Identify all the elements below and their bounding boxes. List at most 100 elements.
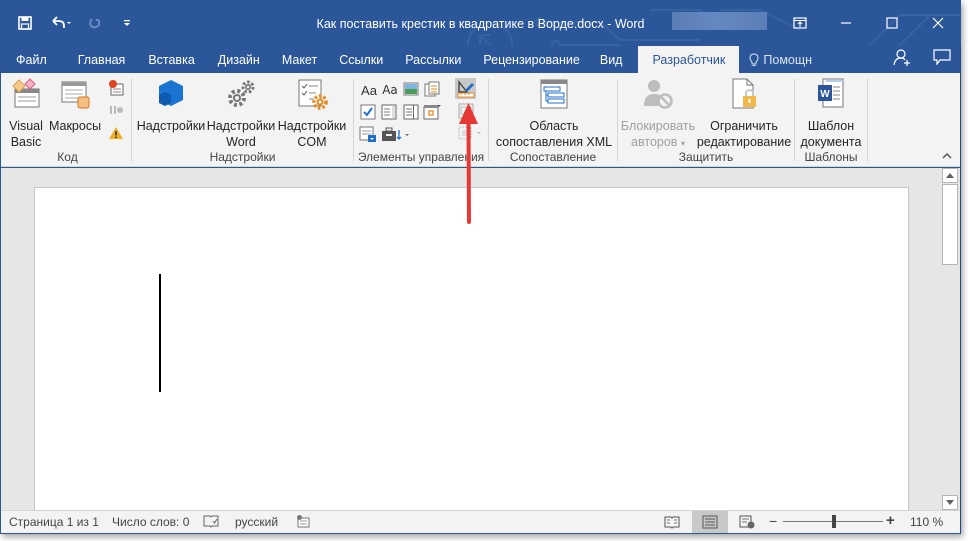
scroll-up-icon bbox=[946, 173, 954, 178]
tab-tell-me[interactable]: Помощн bbox=[739, 46, 824, 73]
page-count[interactable]: Страница 1 из 1 bbox=[9, 515, 99, 529]
tab-developer[interactable]: Разработчик bbox=[638, 46, 740, 73]
tab-bar-actions bbox=[893, 46, 951, 73]
macro-record-status-icon bbox=[297, 515, 310, 528]
checkbox-icon bbox=[360, 104, 376, 120]
xml-mapping-pane-button[interactable]: Область сопоставления XML bbox=[495, 77, 613, 150]
record-macro-button[interactable] bbox=[107, 79, 125, 97]
combo-box-icon bbox=[381, 104, 397, 120]
proofing-button[interactable] bbox=[203, 514, 219, 531]
warning-icon bbox=[109, 127, 123, 139]
print-layout-button[interactable] bbox=[692, 511, 728, 533]
document-template-button[interactable]: W Шаблон документа bbox=[797, 77, 865, 150]
status-bar: Страница 1 из 1 Число слов: 0 русский − … bbox=[1, 510, 960, 533]
pause-record-icon bbox=[110, 106, 123, 114]
share-button[interactable] bbox=[893, 48, 911, 71]
zoom-slider-thumb[interactable] bbox=[832, 515, 837, 528]
tab-home[interactable]: Главная bbox=[59, 46, 138, 73]
tab-review[interactable]: Рецензирование bbox=[473, 46, 592, 73]
building-block-gallery-button[interactable] bbox=[423, 80, 441, 98]
tab-layout[interactable]: Макет bbox=[272, 46, 329, 73]
vertical-scrollbar[interactable] bbox=[942, 168, 958, 510]
date-picker-content-control-button[interactable] bbox=[423, 103, 441, 121]
document-area bbox=[1, 168, 960, 510]
com-addins-button[interactable]: Надстройки COM bbox=[278, 77, 346, 150]
web-layout-icon bbox=[739, 515, 755, 529]
picture-content-control-button[interactable] bbox=[402, 80, 420, 98]
addins-label: Надстройки bbox=[136, 119, 206, 133]
word-addins-label-1: Надстройки bbox=[206, 119, 276, 133]
collapse-ribbon-button[interactable] bbox=[942, 150, 952, 162]
minimize-icon bbox=[841, 22, 851, 24]
addins-button[interactable]: Надстройки bbox=[137, 77, 205, 134]
combo-box-content-control-button[interactable] bbox=[380, 103, 398, 121]
ribbon-tabs: Файл Главная Вставка Дизайн Макет Ссылки… bbox=[0, 46, 961, 73]
macro-recording-button[interactable] bbox=[296, 514, 310, 531]
design-mode-icon bbox=[457, 79, 474, 97]
user-account-name[interactable] bbox=[672, 12, 767, 30]
block-authors-icon bbox=[641, 77, 675, 111]
group-templates: W Шаблон документа Шаблоны bbox=[795, 73, 867, 167]
tab-references[interactable]: Ссылки bbox=[329, 46, 395, 73]
zoom-in-button[interactable]: + bbox=[886, 512, 895, 529]
comment-icon bbox=[933, 49, 951, 66]
read-mode-button[interactable] bbox=[654, 511, 690, 533]
comments-button[interactable] bbox=[933, 49, 951, 70]
document-page[interactable] bbox=[34, 187, 909, 510]
web-layout-button[interactable] bbox=[729, 511, 765, 533]
legacy-tools-button[interactable] bbox=[359, 125, 377, 143]
word-count[interactable]: Число слов: 0 bbox=[112, 515, 189, 529]
title-bar: Как поставить крестик в квадратике в Вор… bbox=[0, 0, 961, 46]
date-picker-icon bbox=[423, 105, 441, 120]
legacy-forms-dropdown-button[interactable] bbox=[380, 125, 412, 143]
scroll-up-button[interactable] bbox=[942, 168, 958, 183]
drop-down-list-icon bbox=[403, 104, 419, 120]
tell-me-label: Помощн bbox=[763, 52, 813, 67]
print-layout-icon bbox=[702, 515, 718, 529]
maximize-button[interactable] bbox=[869, 8, 915, 38]
macros-button[interactable]: Макросы bbox=[48, 77, 102, 134]
tab-mailings[interactable]: Рассылки bbox=[395, 46, 473, 73]
macros-icon bbox=[58, 77, 92, 111]
word-addins-button[interactable]: Надстройки Word bbox=[207, 77, 275, 150]
read-mode-icon bbox=[664, 516, 680, 529]
group-icon bbox=[458, 126, 481, 140]
visual-basic-label-1: Visual bbox=[9, 119, 43, 133]
language-indicator[interactable]: русский bbox=[235, 515, 278, 529]
close-button[interactable] bbox=[915, 8, 961, 38]
properties-button bbox=[457, 102, 475, 120]
restrict-editing-button[interactable]: Ограничить редактирование bbox=[697, 77, 791, 150]
addins-store-icon bbox=[154, 77, 188, 111]
properties-icon bbox=[458, 103, 474, 119]
chevron-up-icon bbox=[942, 152, 952, 159]
add-person-icon bbox=[893, 49, 910, 66]
tab-view[interactable]: Вид bbox=[592, 46, 635, 73]
pause-recording-button bbox=[107, 101, 125, 119]
checkbox-content-control-button[interactable] bbox=[359, 103, 377, 121]
macro-security-button[interactable] bbox=[107, 124, 125, 142]
ribbon: Visual Basic Макросы Код Надстройки Надс… bbox=[1, 73, 960, 167]
design-mode-button[interactable] bbox=[455, 78, 476, 99]
rich-text-content-control-button[interactable]: Aa bbox=[359, 81, 379, 99]
scroll-thumb[interactable] bbox=[942, 184, 958, 265]
chevron-down-icon: ▾ bbox=[680, 139, 685, 148]
legacy-form-icon bbox=[359, 126, 376, 142]
tab-insert[interactable]: Вставка bbox=[137, 46, 206, 73]
visual-basic-icon bbox=[9, 77, 43, 111]
visual-basic-button[interactable]: Visual Basic bbox=[7, 77, 45, 150]
plain-text-content-control-button[interactable]: Aa bbox=[380, 81, 400, 99]
group-protect-label: Защитить bbox=[678, 150, 734, 164]
drop-down-list-content-control-button[interactable] bbox=[402, 103, 420, 121]
macros-label: Макросы bbox=[48, 119, 102, 133]
tab-file[interactable]: Файл bbox=[0, 46, 59, 73]
zoom-out-button[interactable]: − bbox=[769, 513, 777, 529]
minimize-button[interactable] bbox=[823, 8, 869, 38]
scroll-down-button[interactable] bbox=[942, 495, 958, 510]
group-protect: Блокировать авторов ▾ Ограничить редакти… bbox=[618, 73, 794, 167]
zoom-level[interactable]: 110 % bbox=[910, 515, 943, 529]
tab-design[interactable]: Дизайн bbox=[207, 46, 272, 73]
ribbon-display-options-button[interactable] bbox=[777, 8, 823, 38]
maximize-icon bbox=[886, 17, 898, 29]
scroll-down-icon bbox=[946, 500, 954, 505]
gears-icon bbox=[224, 77, 258, 111]
